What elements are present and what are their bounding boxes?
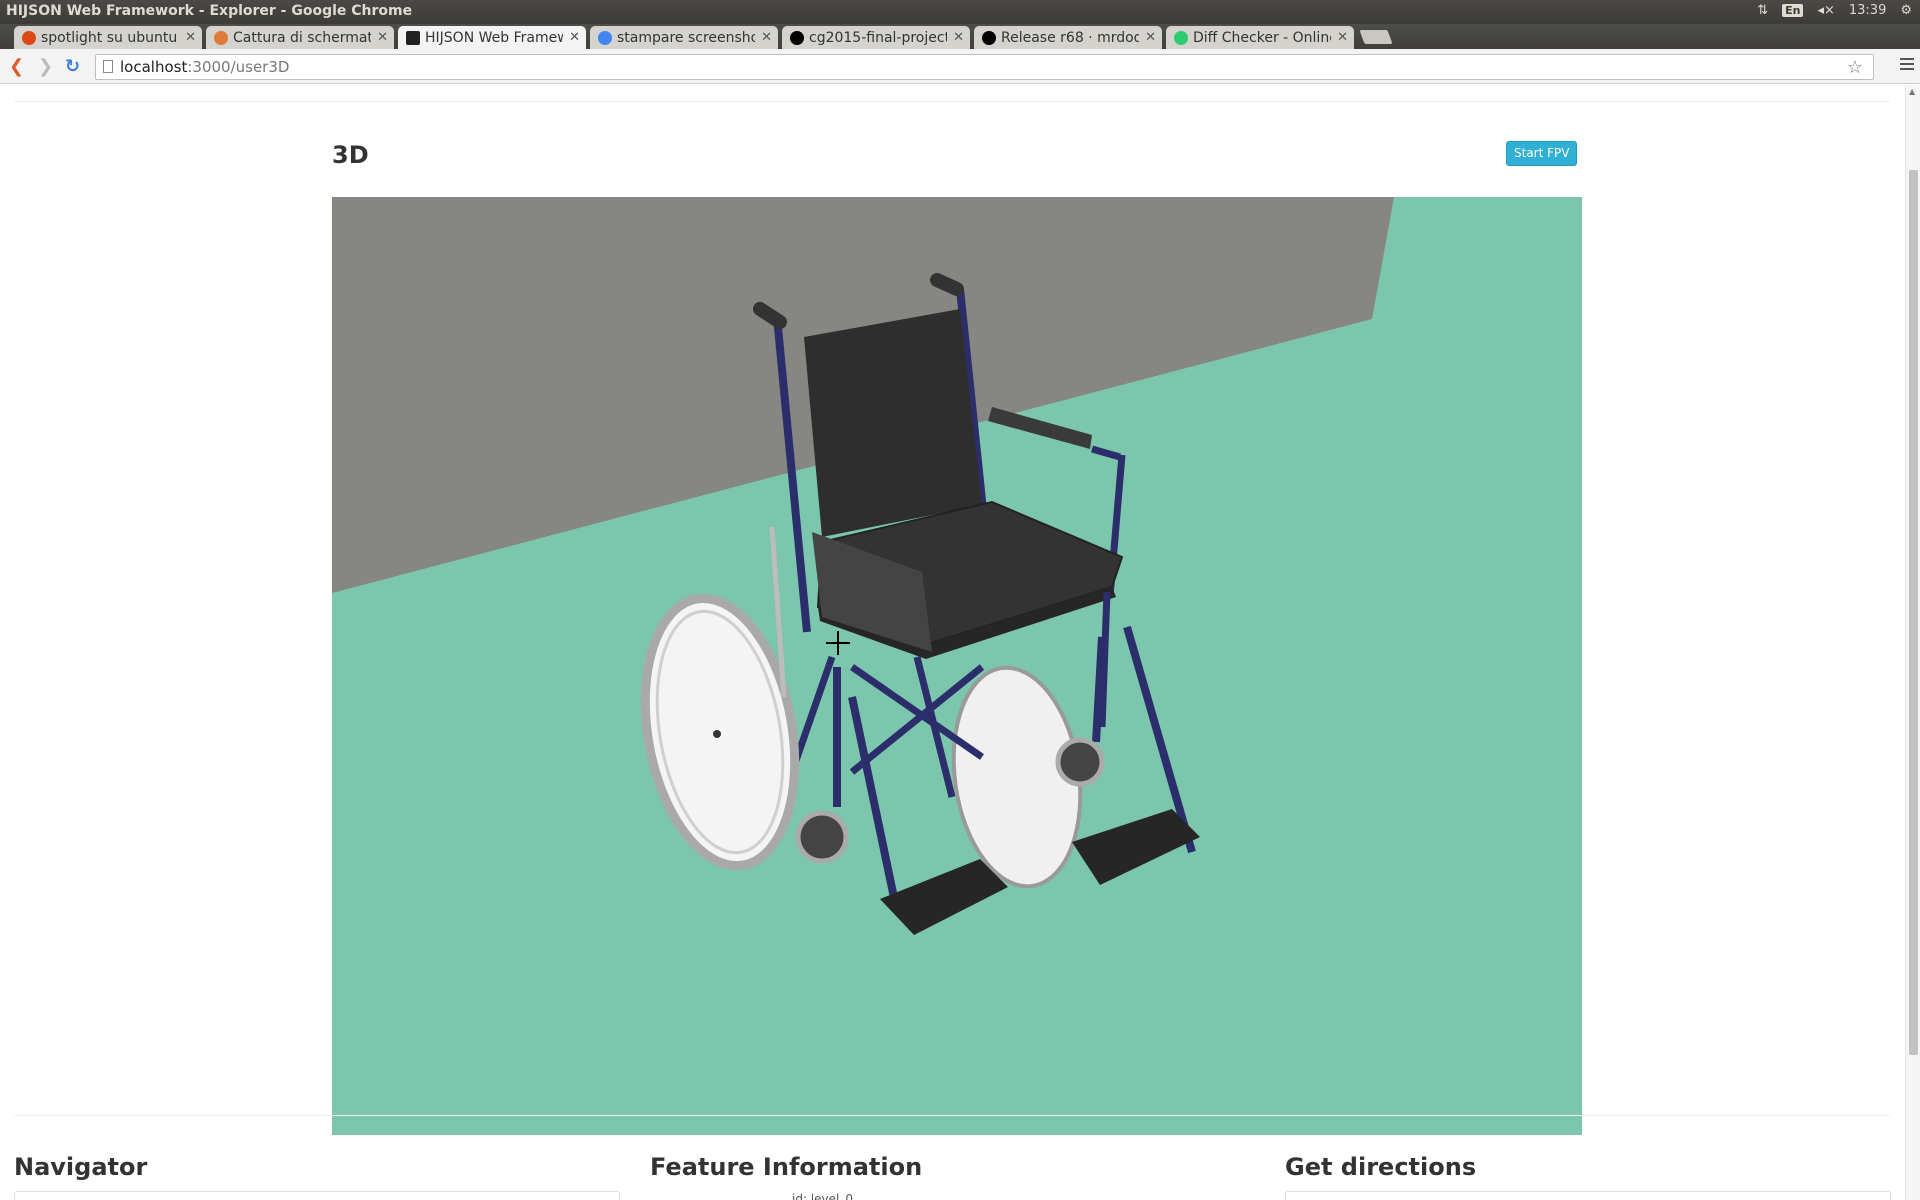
tab-hijson[interactable]: HIJSON Web Framework - Explorer ✕	[398, 26, 586, 49]
feature-information-title: Feature Information	[650, 1153, 923, 1181]
start-fpv-button[interactable]: Start FPV	[1506, 141, 1578, 166]
close-icon[interactable]: ✕	[569, 30, 580, 45]
back-arrow-icon[interactable]: ❮	[9, 56, 24, 77]
vertical-scrollbar[interactable]: ▲	[1905, 85, 1920, 1200]
close-icon[interactable]: ✕	[1337, 30, 1348, 45]
tab-cattura[interactable]: Cattura di schermata ✕	[206, 26, 394, 49]
3d-scene[interactable]	[332, 197, 1582, 1135]
system-tray: ⇅ En ◂× 13:39 ⚙	[1757, 3, 1912, 18]
chrome-menu-icon[interactable]	[1900, 58, 1914, 73]
github-icon	[790, 30, 804, 45]
tab-cg2015[interactable]: cg2015-final-project ✕	[782, 26, 970, 49]
navigator-panel[interactable]	[14, 1191, 620, 1200]
reload-icon[interactable]: ↻	[65, 56, 80, 77]
volume-muted-icon[interactable]: ◂×	[1817, 3, 1834, 18]
tab-label: stampare screenshot	[617, 29, 756, 46]
directions-panel[interactable]	[1285, 1191, 1891, 1200]
window-title: HIJSON Web Framework - Explorer - Google…	[6, 3, 413, 19]
tab-label: Diff Checker - Online	[1193, 29, 1332, 46]
close-icon[interactable]: ✕	[185, 30, 196, 45]
tab-label: HIJSON Web Framework - Explorer	[425, 29, 564, 46]
3d-viewport[interactable]	[332, 197, 1582, 1135]
ubuntu-icon	[22, 30, 36, 45]
network-icon[interactable]: ⇅	[1757, 3, 1768, 18]
page-icon	[103, 60, 113, 73]
tab-spotlight[interactable]: spotlight su ubuntu ✕	[14, 26, 202, 49]
google-icon	[598, 30, 612, 45]
new-tab-button[interactable]	[1359, 30, 1393, 44]
gear-icon[interactable]: ⚙	[1900, 3, 1912, 18]
address-bar[interactable]: localhost:3000/user3D ☆	[95, 54, 1874, 80]
page-content: 3D Start FPV Navigator Feature Informati…	[0, 85, 1920, 1200]
address-host: localhost	[120, 58, 188, 76]
tab-diff-checker[interactable]: Diff Checker - Online ✕	[1166, 26, 1354, 49]
tab-strip: spotlight su ubuntu ✕ Cattura di scherma…	[0, 24, 1920, 49]
ubuntu-icon	[214, 30, 228, 45]
diffchecker-icon	[1174, 30, 1188, 45]
browser-toolbar: ❮ ❯ ↻ localhost:3000/user3D ☆	[0, 49, 1920, 84]
close-icon[interactable]: ✕	[953, 30, 964, 45]
close-icon[interactable]: ✕	[377, 30, 388, 45]
forward-arrow-icon[interactable]: ❯	[38, 56, 53, 77]
tab-label: Release r68 · mrdoob	[1001, 29, 1140, 46]
divider	[14, 101, 1890, 102]
github-icon	[982, 30, 996, 45]
feature-info-text: id: level_0	[792, 1192, 853, 1200]
terminal-icon	[406, 30, 420, 45]
close-icon[interactable]: ✕	[761, 30, 772, 45]
scroll-up-arrow-icon[interactable]: ▲	[1909, 87, 1915, 96]
os-top-panel: HIJSON Web Framework - Explorer - Google…	[0, 0, 1920, 24]
close-icon[interactable]: ✕	[1145, 30, 1156, 45]
tab-stampare[interactable]: stampare screenshot ✕	[590, 26, 778, 49]
bookmark-star-icon[interactable]: ☆	[1847, 57, 1863, 78]
tab-label: Cattura di schermata	[233, 29, 372, 46]
scrollbar-thumb[interactable]	[1909, 170, 1918, 1055]
get-directions-title: Get directions	[1285, 1153, 1477, 1181]
clock[interactable]: 13:39	[1849, 3, 1886, 18]
section-title: 3D	[332, 141, 369, 169]
address-path: :3000/user3D	[187, 58, 290, 76]
tab-label: cg2015-final-project	[809, 29, 948, 46]
navigator-title: Navigator	[14, 1153, 148, 1181]
keyboard-layout-indicator[interactable]: En	[1782, 4, 1804, 17]
tab-label: spotlight su ubuntu	[41, 29, 178, 46]
divider	[14, 1115, 1890, 1116]
tab-release-r68[interactable]: Release r68 · mrdoob ✕	[974, 26, 1162, 49]
